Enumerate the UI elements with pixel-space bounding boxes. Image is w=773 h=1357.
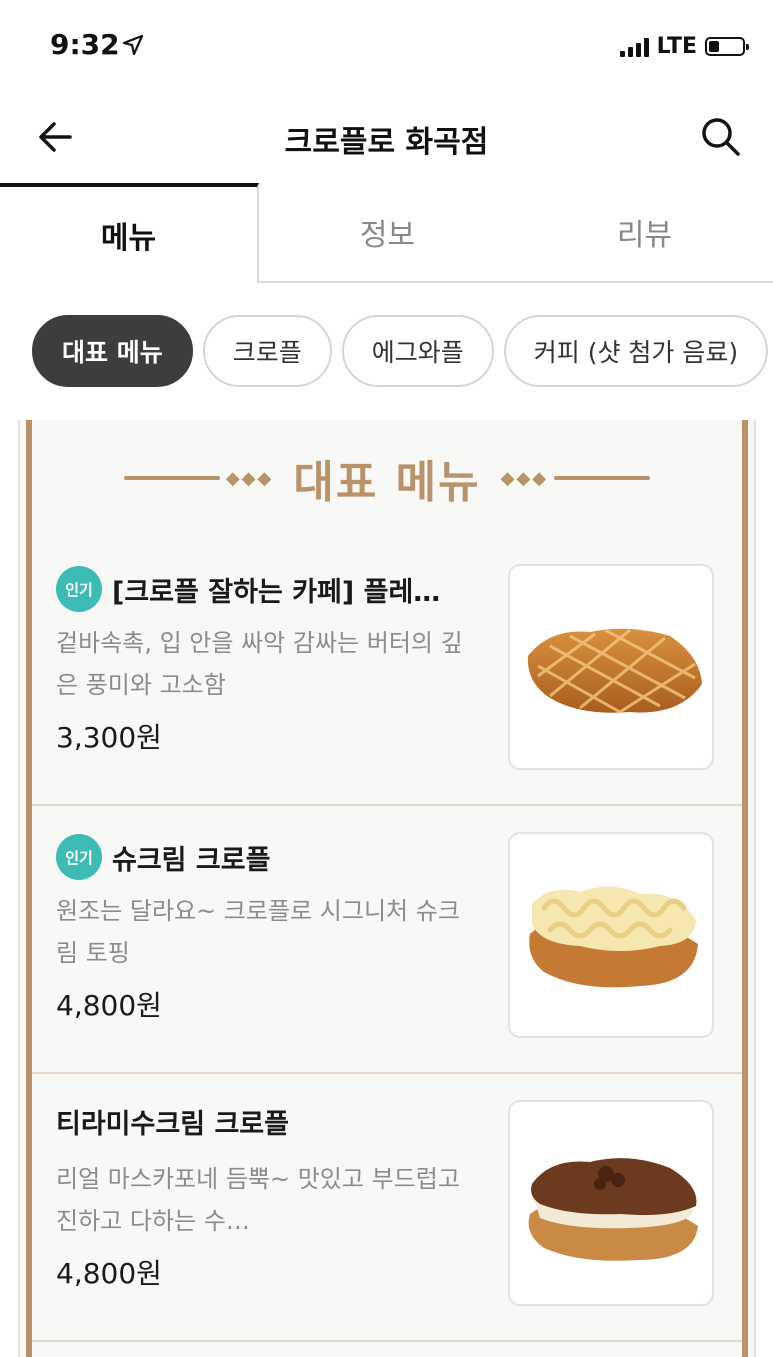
section-header: ◆◆◆ 대표 메뉴 ◆◆◆ [32,448,742,508]
decorative-line [123,476,220,480]
category-chips: 대표 메뉴 크로플 에그와플 커피 (샷 첨가 음료) [32,315,769,389]
page-title: 크로플로 화곡점 [284,125,489,160]
tab-menu[interactable]: 메뉴 [0,183,259,283]
battery-icon [705,37,749,56]
cream-croffle-image[interactable] [508,832,714,1038]
signal-icon [619,37,649,57]
item-price: 3,300원 [56,721,162,754]
item-price: 4,800원 [56,989,162,1022]
chip-croffle[interactable]: 크로플 [202,315,332,387]
item-name-row: 인기 [크로플 잘하는 카페] 플레… [56,566,476,612]
item-name: 슈크림 크로플 [112,844,271,876]
search-icon[interactable] [697,113,745,161]
section-title: 대표 메뉴 [293,457,481,508]
item-name: [크로플 잘하는 카페] 플레… [112,576,441,608]
tiramisu-croffle-image[interactable] [508,1100,714,1306]
chip-signature-menu[interactable]: 대표 메뉴 [32,315,193,387]
menu-panel-frame: ◆◆◆ 대표 메뉴 ◆◆◆ 인기 [크로플 잘하는 카페] 플레… 겉바속촉, … [26,420,748,1357]
network-label: LTE [656,34,697,59]
menu-panel: ◆◆◆ 대표 메뉴 ◆◆◆ 인기 [크로플 잘하는 카페] 플레… 겉바속촉, … [18,420,756,1357]
diamond-ornament-icon: ◆◆◆ [500,467,549,489]
plain-croffle-image[interactable] [508,564,714,770]
tab-info[interactable]: 정보 [259,183,516,283]
menu-item[interactable]: 인기 슈크림 크로플 원조는 달라요~ 크로플로 시그니처 슈크림 토핑 4,8… [32,806,742,1074]
location-arrow-icon [122,34,144,56]
popular-badge: 인기 [56,566,102,612]
item-description: 원조는 달라요~ 크로플로 시그니처 슈크림 토핑 [56,897,460,967]
decorative-line [554,476,651,480]
tab-bar: 메뉴 정보 리뷰 [0,183,773,283]
app-header: 크로플로 화곡점 [0,95,773,183]
status-bar: 9:32 LTE [0,0,773,95]
item-name-row: 인기 슈크림 크로플 [56,834,476,880]
chip-coffee[interactable]: 커피 (샷 첨가 음료) [503,315,769,387]
item-description: 리얼 마스카포네 듬뿍~ 맛있고 부드럽고 진하고 다하는 수… [56,1165,460,1235]
menu-item[interactable]: 인기 [크로플 잘하는 카페] 플레… 겉바속촉, 입 안을 싸악 감싸는 버터… [32,538,742,806]
chip-egg-waffle[interactable]: 에그와플 [341,315,494,387]
diamond-ornament-icon: ◆◆◆ [225,467,274,489]
item-price: 4,800원 [56,1257,162,1290]
status-time: 9:32 [50,28,120,61]
menu-item[interactable]: 티라미수크림 크로플 리얼 마스카포네 듬뿍~ 맛있고 부드럽고 진하고 다하는… [32,1074,742,1342]
item-description: 겉바속촉, 입 안을 싸악 감싸는 버터의 깊은 풍미와 고소함 [56,629,463,699]
tab-reviews[interactable]: 리뷰 [516,183,773,283]
popular-badge: 인기 [56,834,102,880]
item-name: 티라미수크림 크로플 [56,1109,289,1140]
item-name-row: 티라미수크림 크로플 [56,1102,476,1141]
